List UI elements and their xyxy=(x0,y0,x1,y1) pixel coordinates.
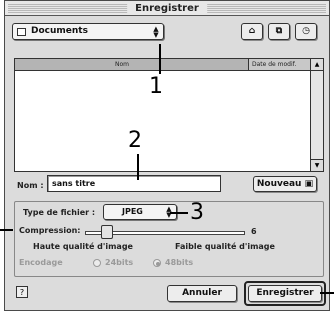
radio-48bits-label: 48bits xyxy=(165,258,194,267)
callout-3-line xyxy=(170,212,188,214)
compression-label: Compression: xyxy=(19,226,81,235)
new-folder-button[interactable]: Nouveau ▣ xyxy=(253,176,317,192)
compression-slider-thumb[interactable] xyxy=(101,225,113,239)
scroll-up-arrow-icon[interactable]: ▲ xyxy=(311,59,323,71)
cancel-button[interactable]: Annuler xyxy=(167,285,237,302)
dialog-title: Enregistrer xyxy=(127,1,207,15)
right-pointer-line xyxy=(320,292,334,294)
low-quality-label: Faible qualité d'image xyxy=(175,242,275,251)
left-pointer-line xyxy=(0,229,13,231)
file-list[interactable]: Nom Date de modif. ▲ ▼ xyxy=(14,58,324,172)
column-header-name-label: Nom xyxy=(115,61,130,68)
save-dialog: Enregistrer Documents ▲ ▼ ⌂ ⧉ ◷ Nom Date … xyxy=(4,0,330,311)
save-button[interactable]: Enregistrer xyxy=(248,285,322,302)
scroll-down-arrow-icon[interactable]: ▼ xyxy=(311,159,323,171)
clock-icon: ◷ xyxy=(302,26,310,36)
file-name-input[interactable]: sans titre xyxy=(47,175,221,192)
compression-value: 6 xyxy=(251,227,257,236)
radio-48bits-dot xyxy=(156,262,160,266)
documents-icon: ⧉ xyxy=(275,26,283,36)
encoding-label: Encodage xyxy=(19,258,63,267)
column-header-date-label: Date de modif. xyxy=(252,61,297,68)
help-icon[interactable]: ? xyxy=(16,286,28,298)
desktop-button[interactable]: ⌂ xyxy=(241,23,263,40)
column-header-name[interactable]: Nom xyxy=(15,59,248,71)
title-bar[interactable]: Enregistrer xyxy=(5,1,329,16)
folder-list-button[interactable]: ⧉ xyxy=(268,23,290,40)
new-folder-icon: ▣ xyxy=(304,179,314,189)
new-folder-label: Nouveau xyxy=(256,179,302,189)
callout-1-line xyxy=(159,44,161,74)
recent-button[interactable]: ◷ xyxy=(295,23,317,40)
list-scrollbar[interactable]: ▲ ▼ xyxy=(310,59,323,171)
callout-2: 2 xyxy=(128,128,142,153)
name-label: Nom : xyxy=(17,181,44,190)
file-type-popup[interactable]: JPEG ▲ ▼ xyxy=(103,204,177,220)
callout-3: 3 xyxy=(190,200,204,225)
desktop-icon: ⌂ xyxy=(248,26,256,36)
radio-24bits-label: 24bits xyxy=(105,258,134,267)
radio-48bits[interactable] xyxy=(153,259,161,267)
file-type-value: JPEG xyxy=(122,207,143,216)
callout-2-line xyxy=(137,154,139,180)
popup-arrows-icon: ▲ ▼ xyxy=(153,25,159,39)
high-quality-label: Haute qualité d'image xyxy=(33,242,133,251)
location-popup-label: Documents xyxy=(31,26,88,36)
folder-icon xyxy=(17,28,26,36)
location-popup[interactable]: Documents ▲ ▼ xyxy=(12,23,164,40)
callout-1: 1 xyxy=(149,74,163,99)
column-header-date[interactable]: Date de modif. xyxy=(248,59,310,71)
file-type-label: Type de fichier : xyxy=(23,208,96,217)
radio-24bits[interactable] xyxy=(93,259,101,267)
